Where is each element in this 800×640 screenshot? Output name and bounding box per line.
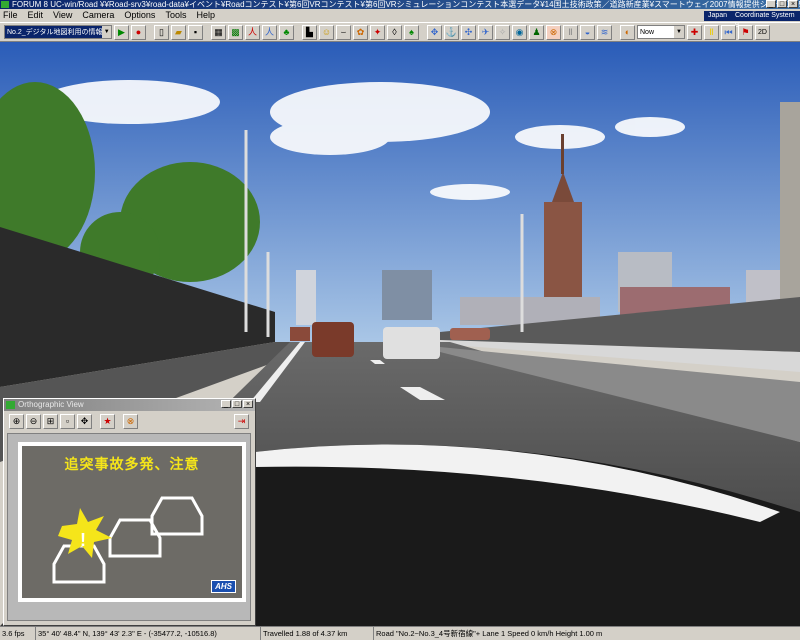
- time-value: Now: [640, 28, 655, 36]
- pin-icon[interactable]: ⇥: [234, 413, 249, 429]
- texture-icon[interactable]: ✿: [353, 24, 368, 40]
- warning-sign: 追突事故多発、注意 ! AHS: [18, 442, 246, 602]
- menu-edit[interactable]: Edit: [28, 9, 44, 22]
- building-icon[interactable]: ▙: [302, 24, 317, 40]
- travelled-readout: Travelled 1.88 of 4.37 km: [261, 627, 374, 640]
- position-readout: 35° 40' 48.4" N, 139° 43' 2.3" E - (-354…: [36, 627, 261, 640]
- close-button[interactable]: ×: [788, 0, 798, 8]
- time-select[interactable]: Now ▼: [637, 25, 685, 39]
- maximize-button[interactable]: □: [777, 0, 787, 8]
- globe-icon[interactable]: ◉: [512, 24, 527, 40]
- ortho-toolbar: ⊕ ⊖ ⊞ ▫ ✥ ★ ⊗ ⇥: [4, 411, 255, 431]
- tree-icon[interactable]: ♣: [279, 24, 294, 40]
- pause-simulation-icon[interactable]: Ⅱ: [704, 24, 719, 40]
- sign-icon[interactable]: ★: [100, 413, 115, 429]
- region-badge[interactable]: Japan: [704, 11, 732, 21]
- orthographic-view-window: Orthographic View _ □ × ⊕ ⊖ ⊞ ▫ ✥ ★ ⊗ ⇥ 追突…: [3, 398, 256, 626]
- menu-camera[interactable]: Camera: [82, 9, 114, 22]
- scenario-value: No.2_デジタル地図利用の情報提供: [7, 29, 103, 36]
- road-edit-icon[interactable]: ▦: [211, 24, 226, 40]
- menu-help[interactable]: Help: [196, 9, 215, 22]
- walk-icon[interactable]: ✧: [495, 24, 510, 40]
- bridge-icon[interactable]: ⌣: [336, 24, 351, 40]
- rear-end-collision-illustration: !: [52, 496, 204, 584]
- pedestrian-red-icon[interactable]: 人: [245, 24, 260, 40]
- play-icon[interactable]: ▶: [114, 24, 129, 40]
- zoom-in-icon[interactable]: ⊕: [9, 413, 24, 429]
- landscape-icon[interactable]: ♠: [404, 24, 419, 40]
- ortho-title: Orthographic View: [18, 400, 84, 409]
- ortho-close-button[interactable]: ×: [243, 400, 253, 408]
- chevron-down-icon: ▼: [674, 26, 684, 38]
- move-icon[interactable]: ✥: [427, 24, 442, 40]
- fps-readout: 3.6 fps: [0, 627, 36, 640]
- character-icon[interactable]: ☺: [319, 24, 334, 40]
- view-2d-button[interactable]: 2D: [755, 24, 770, 40]
- pan-icon[interactable]: ✣: [461, 24, 476, 40]
- car-icon[interactable]: ◒: [580, 24, 595, 40]
- window-title: FORUM 8 UC-win/Road ¥¥Road-srv3¥road-dat…: [12, 0, 800, 9]
- vehicle-icon[interactable]: ✦: [370, 24, 385, 40]
- map-icon[interactable]: ▩: [228, 24, 243, 40]
- anchor-icon[interactable]: ⚓: [444, 24, 459, 40]
- steering-wheel-icon[interactable]: ⊗: [123, 413, 138, 429]
- fly-icon[interactable]: ✈: [478, 24, 493, 40]
- sun-time-icon[interactable]: ◐: [620, 24, 635, 40]
- new-file-icon[interactable]: ▯: [154, 24, 169, 40]
- ortho-minimize-button[interactable]: _: [221, 400, 231, 408]
- ortho-app-icon: [6, 401, 15, 409]
- minimize-button[interactable]: _: [766, 0, 776, 8]
- zoom-out-icon[interactable]: ⊖: [26, 413, 41, 429]
- pedestrian-blue-icon[interactable]: 人: [262, 24, 277, 40]
- road-readout: Road "No.2~No.3_4号新宿線"+ Lane 1 Speed 0 k…: [376, 629, 603, 638]
- steering-wheel-icon[interactable]: ⊗: [546, 24, 561, 40]
- traffic-light-icon[interactable]: ✚: [687, 24, 702, 40]
- ahs-logo: AHS: [211, 580, 236, 593]
- coordinate-system-badge[interactable]: Coordinate System 9: [731, 11, 800, 29]
- traffic-icon[interactable]: ≋: [597, 24, 612, 40]
- save-icon[interactable]: ▪: [188, 24, 203, 40]
- ortho-title-bar[interactable]: Orthographic View _ □ ×: [4, 399, 255, 411]
- link-icon[interactable]: ◊: [387, 24, 402, 40]
- menu-file[interactable]: File: [3, 9, 18, 22]
- title-bar: FORUM 8 UC-win/Road ¥¥Road-srv3¥road-dat…: [0, 0, 800, 9]
- app-icon: [1, 1, 9, 8]
- chevron-down-icon: ▼: [102, 26, 111, 38]
- menu-bar: File Edit View Camera Options Tools Help: [0, 9, 800, 22]
- menu-options[interactable]: Options: [124, 9, 155, 22]
- scenario-select[interactable]: No.2_デジタル地図利用の情報提供▼: [4, 25, 112, 39]
- toolbar: No.2_デジタル地図利用の情報提供▼ ▶ ● ▯ ▰ ▪ ▦ ▩ 人 人 ♣ …: [0, 22, 800, 42]
- status-bar: 3.6 fps 35° 40' 48.4" N, 139° 43' 2.3" E…: [0, 626, 800, 640]
- pan-icon[interactable]: ✥: [77, 413, 92, 429]
- fit-view-icon[interactable]: ⊞: [43, 413, 58, 429]
- open-folder-icon[interactable]: ▰: [171, 24, 186, 40]
- rewind-icon[interactable]: ⏮: [721, 24, 736, 40]
- ortho-maximize-button[interactable]: □: [232, 400, 242, 408]
- menu-tools[interactable]: Tools: [165, 9, 186, 22]
- flag-icon[interactable]: ⚑: [738, 24, 753, 40]
- record-icon[interactable]: ●: [131, 24, 146, 40]
- ortho-canvas[interactable]: 追突事故多発、注意 ! AHS: [7, 433, 251, 621]
- frame-icon[interactable]: ▫: [60, 413, 75, 429]
- svg-text:!: !: [80, 530, 86, 550]
- person-icon[interactable]: ♟: [529, 24, 544, 40]
- menu-view[interactable]: View: [53, 9, 72, 22]
- pause-icon[interactable]: Ⅱ: [563, 24, 578, 40]
